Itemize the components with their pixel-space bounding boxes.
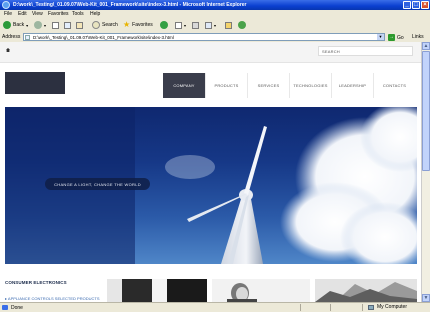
address-input[interactable]: D:\work\_Testing\_01.09.07\Web-Kit_001_F… xyxy=(23,33,385,41)
menu-favorites[interactable]: Favorites xyxy=(48,11,69,17)
window-titlebar: D:\work\_Testing\_01.09.07\Web-Kit_001_F… xyxy=(0,0,430,10)
featured-section: CONSUMER ELECTRONICS ▸ APPLIANCE CONTROL… xyxy=(0,272,421,302)
refresh-button[interactable] xyxy=(64,21,71,29)
menu-tools[interactable]: Tools xyxy=(72,11,84,17)
refresh-icon xyxy=(64,21,71,29)
site-top-strip: SEARCH xyxy=(0,42,421,63)
messenger-icon xyxy=(238,21,246,29)
page-status-icon xyxy=(2,305,8,310)
links-button[interactable]: Links xyxy=(412,34,424,40)
page-icon xyxy=(25,35,30,40)
maximize-button[interactable]: □ xyxy=(412,1,420,9)
go-label: Go xyxy=(397,34,404,41)
forward-arrow-icon xyxy=(34,21,42,29)
internet-explorer-icon xyxy=(2,1,10,9)
chevron-down-icon[interactable]: ▼ xyxy=(377,34,384,40)
home-button[interactable] xyxy=(76,21,83,29)
menu-file[interactable]: File xyxy=(4,11,12,17)
chevron-down-icon: ▾ xyxy=(184,22,187,28)
go-button[interactable]: → Go xyxy=(388,34,404,41)
print-button[interactable] xyxy=(192,21,199,29)
address-label: Address xyxy=(2,34,21,40)
section-link-text: APPLIANCE CONTROLS SELECTED PRODUCTS xyxy=(7,296,100,301)
status-divider xyxy=(300,304,301,311)
standard-toolbar: Back ▾ ▾ Search ★ Favorites ▾ ▾ xyxy=(0,18,430,33)
scroll-up-icon[interactable]: ▲ xyxy=(422,42,430,50)
site-search-input[interactable]: SEARCH xyxy=(318,46,413,56)
media-button[interactable] xyxy=(160,21,168,29)
nav-technologies[interactable]: TECHNOLOGIES xyxy=(289,73,331,98)
menu-help[interactable]: Help xyxy=(90,11,100,17)
section-title: CONSUMER ELECTRONICS xyxy=(5,280,67,285)
menu-view[interactable]: View xyxy=(32,11,43,17)
window-title: D:\work\_Testing\_01.09.07\Web-Kit_001_F… xyxy=(13,2,247,8)
search-icon xyxy=(92,21,100,29)
forward-button[interactable]: ▾ xyxy=(34,21,46,29)
favorites-button[interactable]: ★ Favorites xyxy=(123,21,153,29)
product-thumbnail-2[interactable] xyxy=(212,279,310,302)
stop-button[interactable] xyxy=(52,21,59,29)
main-nav: COMPANY PRODUCTS SERVICES TECHNOLOGIES L… xyxy=(163,73,415,98)
folder-button[interactable] xyxy=(225,21,232,29)
folder-icon xyxy=(225,21,232,29)
messenger-button[interactable] xyxy=(238,21,246,29)
nav-services[interactable]: SERVICES xyxy=(247,73,289,98)
home-icon xyxy=(76,21,83,29)
nav-products[interactable]: PRODUCTS xyxy=(205,73,247,98)
zone-label: My Computer xyxy=(377,304,408,310)
favorites-label: Favorites xyxy=(132,22,153,28)
stop-icon xyxy=(52,21,59,29)
chevron-down-icon: ▾ xyxy=(44,22,47,28)
home-icon[interactable] xyxy=(6,48,10,52)
close-button[interactable]: × xyxy=(421,1,429,9)
mail-icon xyxy=(175,21,182,29)
hero-tagline[interactable]: CHANGE A LIGHT, CHANGE THE WORLD xyxy=(45,178,150,190)
media-icon xyxy=(160,21,168,29)
chevron-down-icon: ▾ xyxy=(26,22,29,28)
crowd-photo xyxy=(315,279,417,302)
chevron-down-icon: ▾ xyxy=(214,22,217,28)
vertical-scrollbar[interactable]: ▲ ▼ xyxy=(421,42,430,302)
edit-icon xyxy=(205,21,212,29)
product-thumbnail-1[interactable] xyxy=(107,279,207,302)
go-arrow-icon: → xyxy=(388,34,395,41)
security-zone: My Computer xyxy=(368,304,407,310)
search-button[interactable]: Search xyxy=(92,21,118,29)
site-logo[interactable] xyxy=(5,72,65,94)
status-text: Done xyxy=(11,305,23,311)
nav-company[interactable]: COMPANY xyxy=(163,73,205,98)
scroll-down-icon[interactable]: ▼ xyxy=(422,294,430,302)
minimize-button[interactable]: _ xyxy=(403,1,411,9)
address-url: D:\work\_Testing\_01.09.07\Web-Kit_001_F… xyxy=(33,35,174,40)
edit-button[interactable]: ▾ xyxy=(205,21,216,29)
status-divider xyxy=(362,304,363,311)
section-link[interactable]: ▸ APPLIANCE CONTROLS SELECTED PRODUCTS xyxy=(5,296,99,301)
star-icon: ★ xyxy=(123,20,131,29)
back-arrow-icon xyxy=(3,21,11,29)
search-label: Search xyxy=(102,22,118,28)
site-search-label: SEARCH xyxy=(322,49,340,54)
menu-edit[interactable]: Edit xyxy=(18,11,27,17)
back-label: Back xyxy=(13,22,25,28)
print-icon xyxy=(192,21,199,29)
scrollbar-thumb[interactable] xyxy=(422,51,430,171)
page-viewport: SEARCH COMPANY PRODUCTS SERVICES TECHNOL… xyxy=(0,42,421,302)
mail-button[interactable]: ▾ xyxy=(175,21,186,29)
status-divider xyxy=(330,304,331,311)
hero-banner: CHANGE A LIGHT, CHANGE THE WORLD xyxy=(5,107,417,264)
product-thumbnail-3[interactable] xyxy=(315,279,417,302)
back-button[interactable]: Back ▾ xyxy=(3,21,28,29)
nav-leadership[interactable]: LEADERSHIP xyxy=(331,73,373,98)
status-bar: Done My Computer xyxy=(0,302,430,312)
nav-contacts[interactable]: CONTACTS xyxy=(373,73,415,98)
person-photo xyxy=(227,283,257,302)
computer-icon xyxy=(368,304,374,310)
